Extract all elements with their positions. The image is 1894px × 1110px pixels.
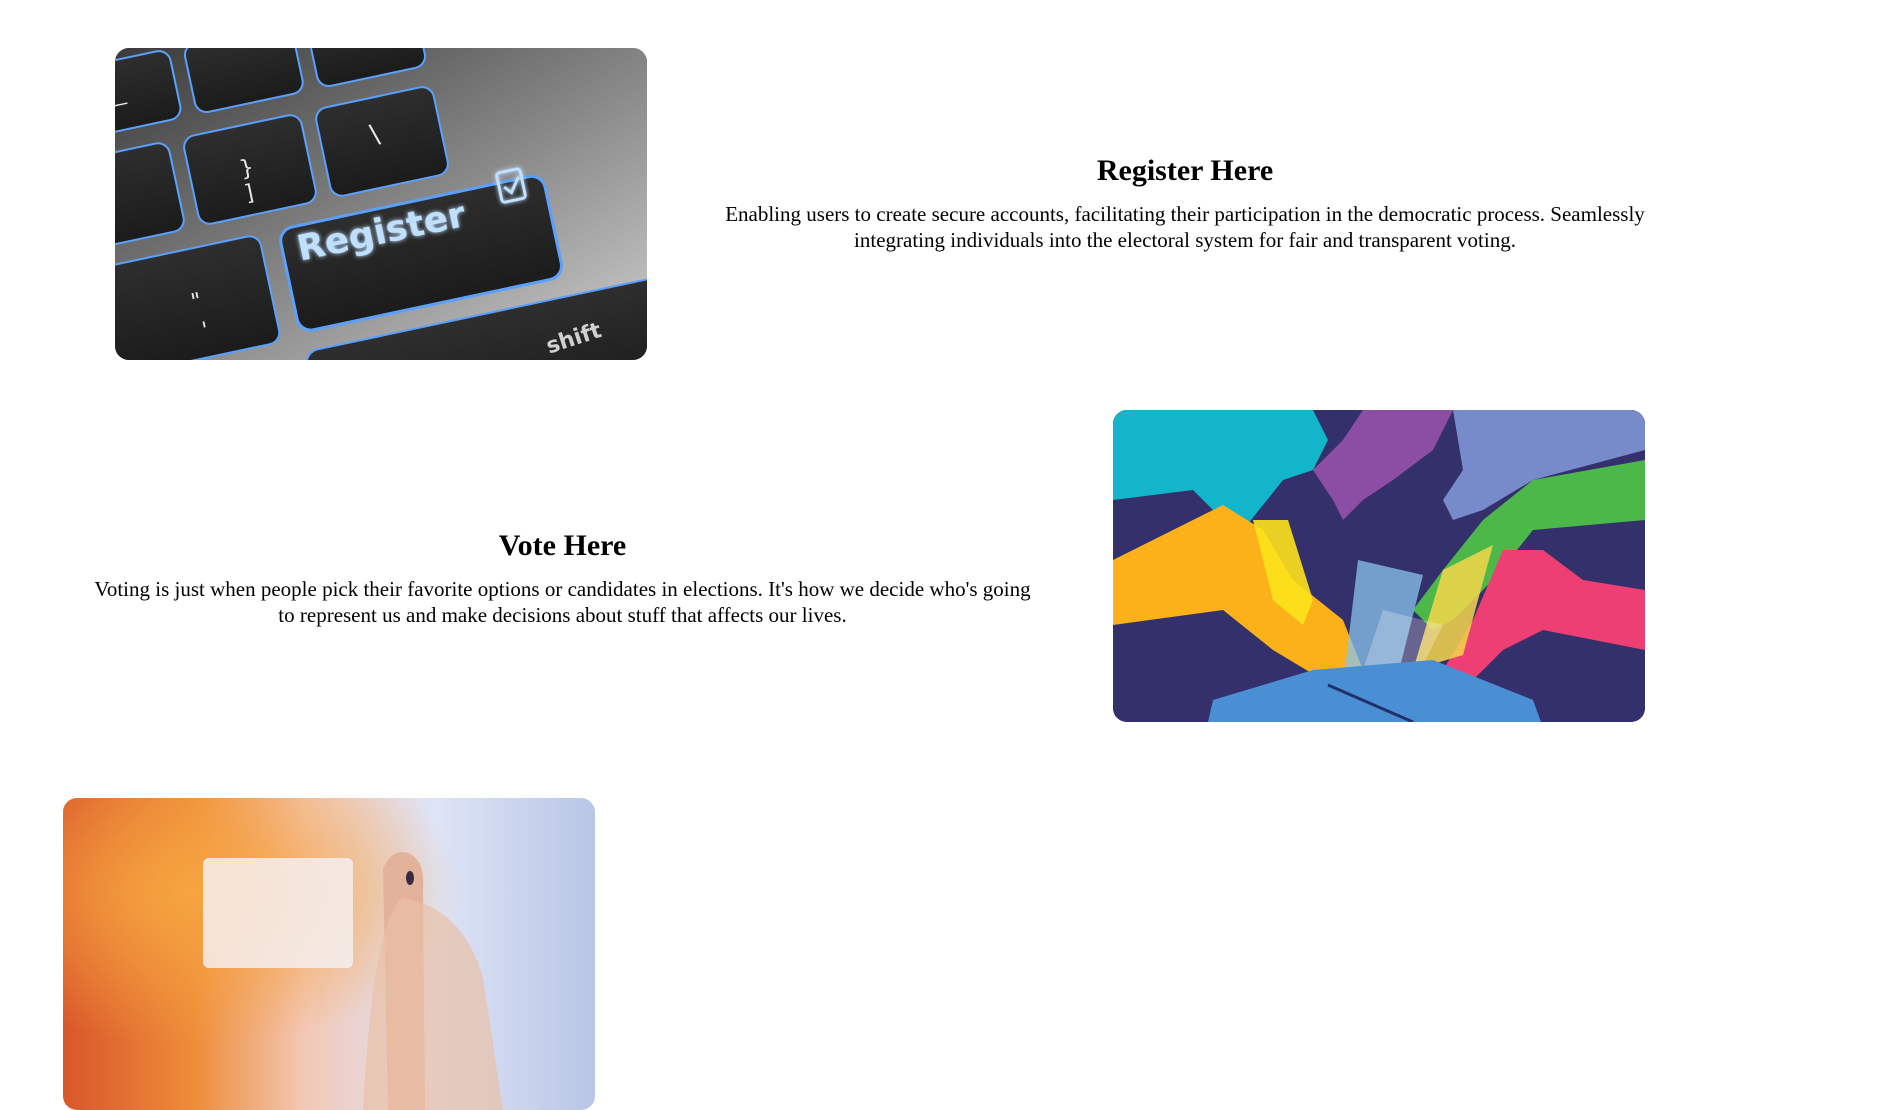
vote-section: Vote Here Voting is just when people pic…	[85, 528, 1040, 628]
register-title: Register Here	[1096, 154, 1274, 187]
vote-image	[1113, 410, 1645, 722]
register-image: — } ] \ " ' Register shift	[115, 48, 647, 360]
register-section: Register Here Enabling users to create s…	[690, 153, 1680, 253]
keyboard-illustration: — } ] \ " ' Register shift	[115, 48, 647, 360]
vote-description: Voting is just when people pick their fa…	[94, 577, 1031, 627]
ballot-hands-illustration	[1113, 410, 1645, 722]
voter-finger-image	[63, 798, 595, 1110]
vote-title: Vote Here	[498, 529, 627, 562]
register-description: Enabling users to create secure accounts…	[725, 202, 1645, 252]
inked-finger-illustration	[63, 798, 595, 1110]
